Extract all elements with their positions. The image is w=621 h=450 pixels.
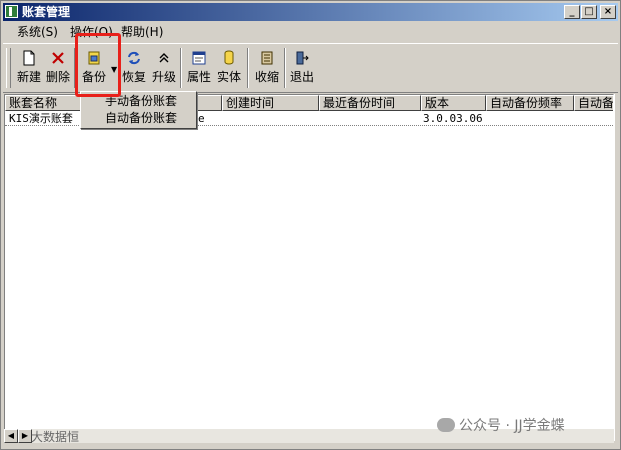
new-icon [14,50,44,70]
entity-button[interactable]: 实体 [214,47,244,89]
window-title: 账套管理 [22,5,71,19]
account-list[interactable]: 账套名称 创建时间 最近备份时间 版本 自动备份频率 自动备 KIS演示账套 e… [4,94,614,441]
wechat-logo-icon [437,418,455,432]
scroll-left-icon[interactable]: ◀ [4,429,18,443]
menu-system[interactable]: 系统(S) [17,25,58,39]
close-button[interactable]: × [600,5,616,19]
shrink-icon [252,50,282,70]
watermark: 公众号 · JJ学金蝶 [437,415,565,435]
minimize-button[interactable]: _ [564,5,580,19]
entity-label: 实体 [216,70,241,84]
title-bar[interactable]: 账套管理 _ □ × [3,3,618,21]
column-header-version[interactable]: 版本 [421,95,486,111]
upgrade-icon [149,50,179,70]
restore-icon [119,50,149,70]
delete-icon [43,50,73,70]
column-header-backup-frequency[interactable]: 自动备份频率 [486,95,574,111]
exit-label: 退出 [289,70,314,84]
exit-icon [287,50,317,70]
exit-button[interactable]: 退出 [287,47,317,89]
delete-button[interactable]: 删除 [43,47,73,89]
menu-help[interactable]: 帮助(H) [121,25,163,39]
maximize-button[interactable]: □ [581,5,597,19]
row-name: KIS演示账套 [9,112,73,125]
row-version: 3.0.03.06 [423,112,483,125]
app-icon [5,5,18,18]
watermark-text: 公众号 · JJ学金蝶 [459,418,565,434]
upgrade-button[interactable]: 升级 [149,47,179,89]
main-window: 账套管理 _ □ × 系统(S) 操作(O) 帮助(H) 新建 删除 备份 ▼ … [0,0,621,450]
right-splitter[interactable] [614,94,620,441]
entity-icon [214,50,244,70]
status-text: 大数据恒 [31,430,80,444]
backup-highlight-box [75,33,121,97]
properties-icon [184,50,214,70]
column-header-auto-backup[interactable]: 自动备 [574,95,613,111]
menu-item-auto-backup[interactable]: 自动备份账套 [105,111,177,125]
shrink-button[interactable]: 收缩 [252,47,282,89]
column-header-last-backup[interactable]: 最近备份时间 [319,95,421,111]
row-db: e [198,112,205,125]
scroll-right-icon[interactable]: ▶ [18,429,32,443]
column-header-created[interactable]: 创建时间 [222,95,319,111]
